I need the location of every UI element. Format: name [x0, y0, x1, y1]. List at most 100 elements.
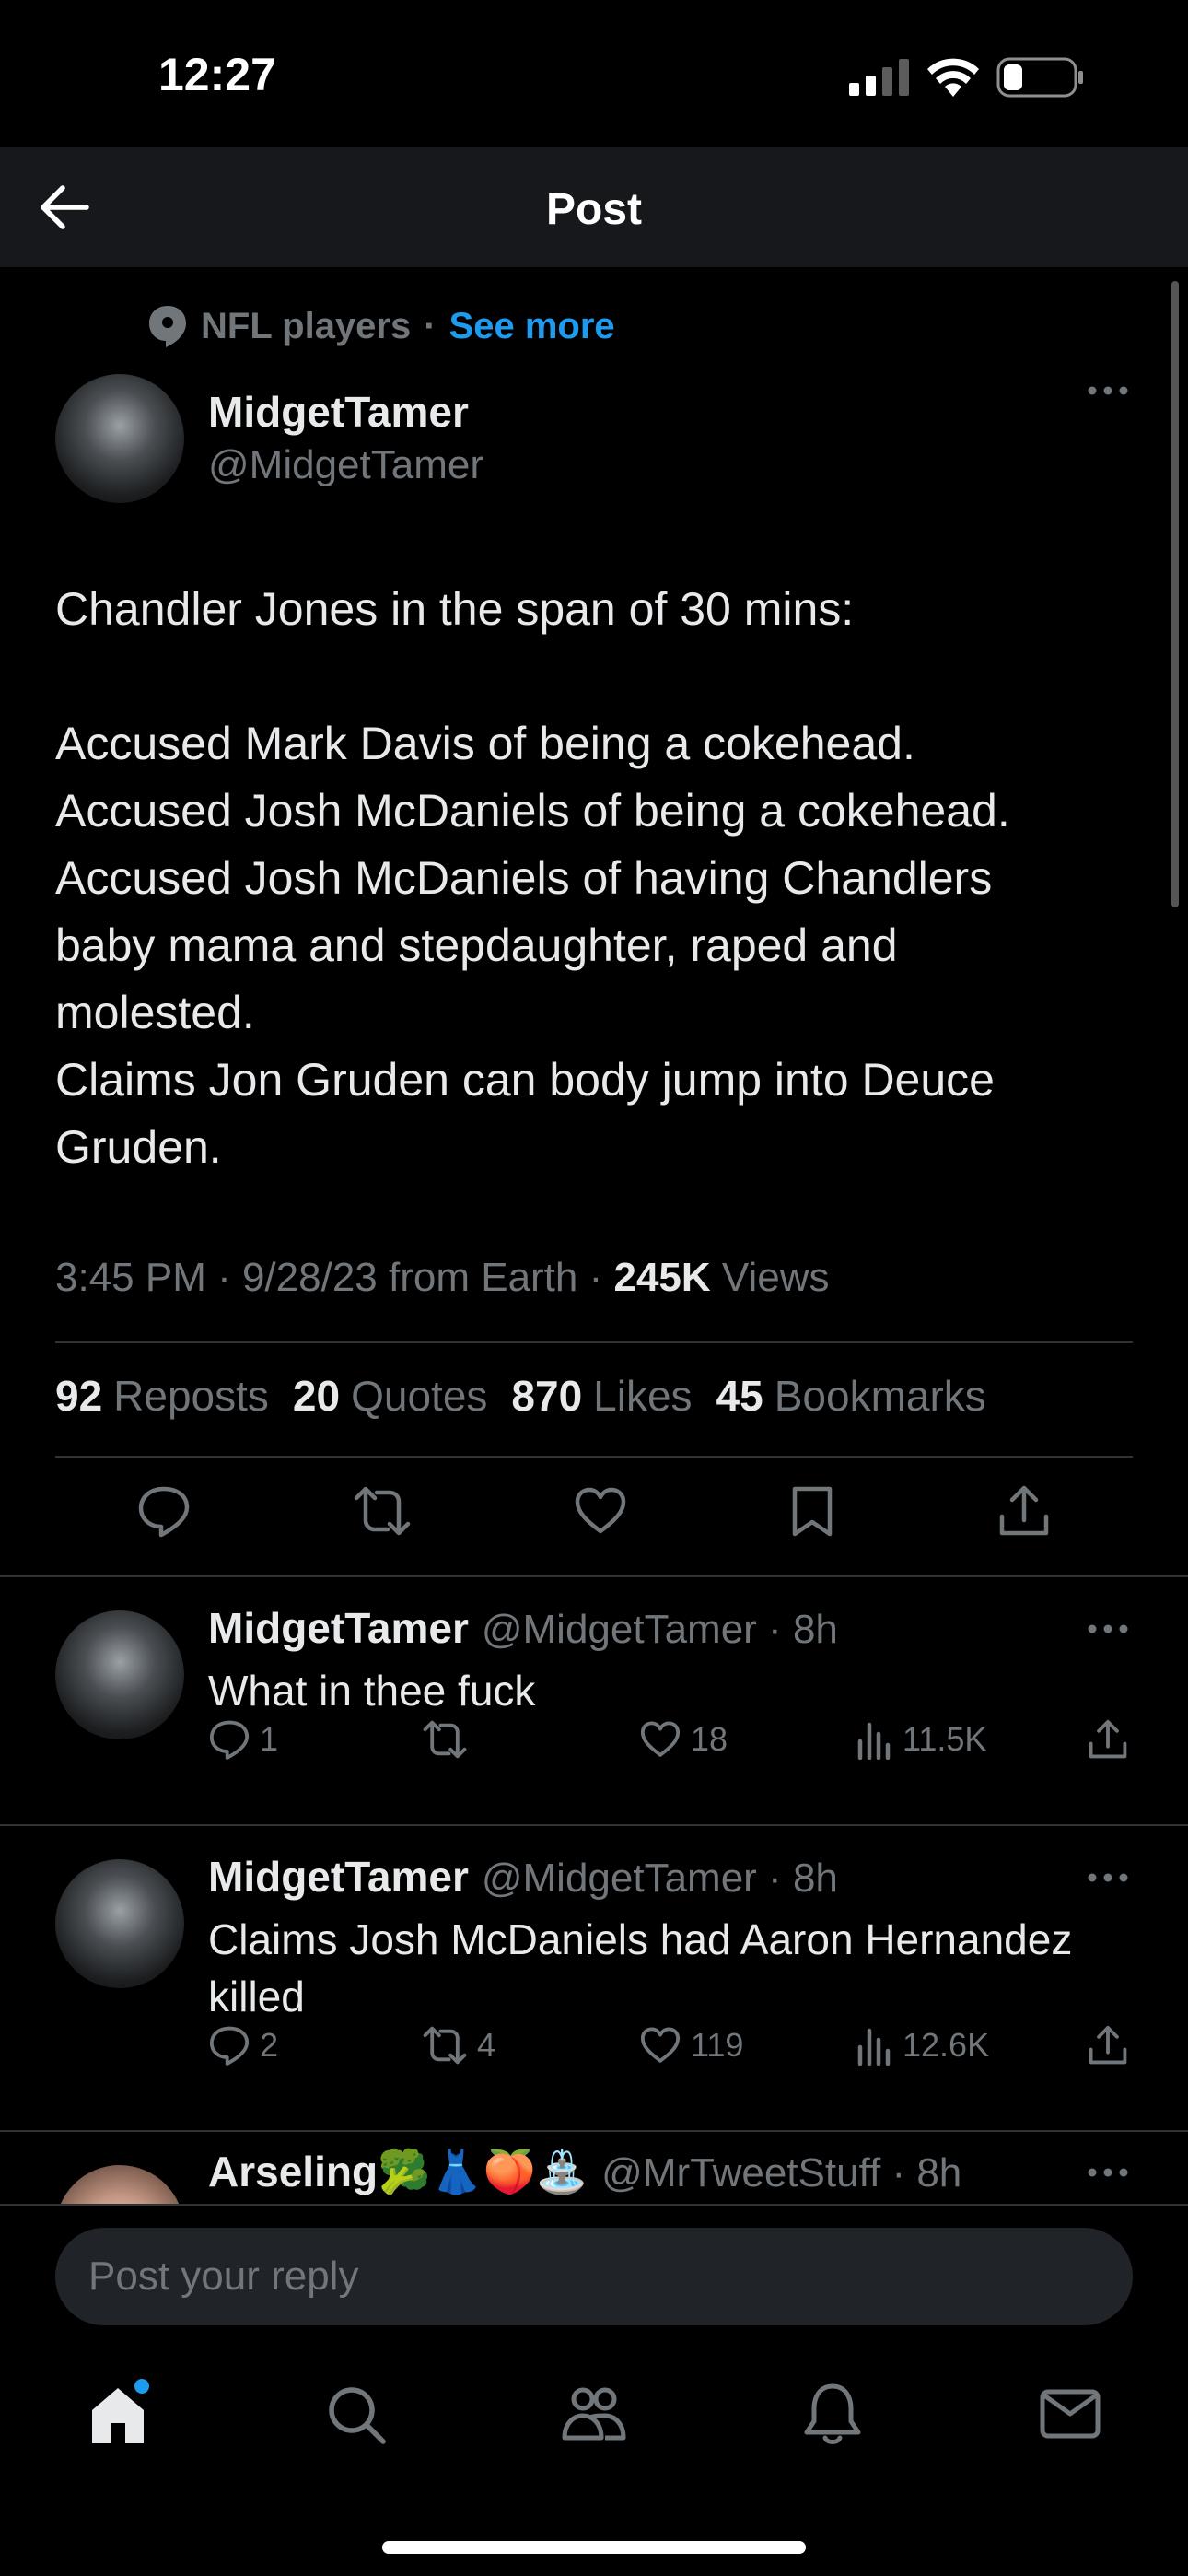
home-indicator[interactable]: [382, 2541, 806, 2554]
reply-button[interactable]: [136, 1483, 192, 1539]
reply-count: 1: [260, 1720, 279, 1758]
post-meta: 3:45 PM · 9/28/23 from Earth · 245K View…: [55, 1255, 829, 1301]
nav-communities[interactable]: [557, 2377, 631, 2451]
post-stats: 92 Reposts 20 Quotes 870 Likes 45 Bookmarks: [55, 1371, 986, 1421]
reply-author-name[interactable]: MidgetTamer: [208, 1603, 469, 1653]
reply-meta: @MrTweetStuff · 8h: [601, 2150, 962, 2195]
post-time: 3:45 PM · 9/28/23 from Earth ·: [55, 1255, 614, 1300]
nav-messages[interactable]: [1033, 2377, 1107, 2451]
divider: [0, 1824, 1188, 1826]
reply-button[interactable]: 1: [208, 1718, 278, 1761]
mail-icon: [1040, 2389, 1101, 2439]
reply-meta: @MidgetTamer · 8h: [481, 1856, 838, 1901]
reply-author-name[interactable]: Arseling🥦👗🍑⛲: [208, 2147, 588, 2197]
repost-icon: [354, 1486, 411, 1536]
post-text: Chandler Jones in the span of 30 mins: A…: [55, 583, 1010, 1173]
reply-clipped: Arseling🥦👗🍑⛲ @MrTweetStuff · 8h: [0, 2137, 1188, 2204]
reply-header: MidgetTamer @MidgetTamer · 8h: [208, 1852, 838, 1902]
topic-icon: [149, 306, 186, 347]
views-count: 245K: [613, 1255, 711, 1300]
like-count: 119: [691, 2026, 744, 2064]
avatar[interactable]: [55, 1610, 184, 1739]
nav-home[interactable]: [81, 2377, 155, 2451]
more-options-button[interactable]: [1087, 1872, 1129, 1883]
views-button[interactable]: 12.6K: [856, 2025, 989, 2066]
battery-icon: [996, 57, 1083, 98]
avatar[interactable]: [55, 1859, 184, 1988]
heart-icon: [575, 1487, 626, 1534]
views-label: Views: [710, 1255, 830, 1300]
heart-icon: [640, 1721, 681, 1757]
like-button[interactable]: 18: [639, 1718, 728, 1761]
reply-text: What in thee fuck: [208, 1667, 536, 1715]
more-options-button[interactable]: [1087, 2167, 1129, 2178]
bell-icon: [804, 2383, 861, 2444]
signal-icon: [849, 59, 909, 96]
share-button[interactable]: [1087, 2024, 1129, 2067]
status-icons: [849, 57, 1085, 98]
nav-search[interactable]: [319, 2377, 392, 2451]
repost-button[interactable]: [422, 1718, 477, 1761]
reply-icon: [209, 2026, 250, 2066]
more-options-button[interactable]: [1087, 1623, 1129, 1634]
divider: [0, 1575, 1188, 1577]
scrollbar[interactable]: [1171, 281, 1179, 907]
like-button[interactable]: [573, 1483, 628, 1539]
reposts-stat[interactable]: 92 Reposts: [55, 1371, 269, 1421]
divider: [55, 1341, 1133, 1343]
community-context: NFL players · See more: [147, 304, 615, 348]
context-separator: ·: [424, 305, 437, 346]
quotes-label: Quotes: [351, 1372, 488, 1420]
bookmarks-stat[interactable]: 45 Bookmarks: [716, 1371, 986, 1421]
quotes-count: 20: [292, 1372, 341, 1420]
likes-stat[interactable]: 870 Likes: [511, 1371, 692, 1421]
page-title: Post: [545, 185, 642, 234]
reply-author-name[interactable]: MidgetTamer: [208, 1852, 469, 1902]
avatar[interactable]: [55, 2165, 184, 2204]
views-icon: [857, 1722, 891, 1760]
repost-button[interactable]: [353, 1483, 412, 1539]
repost-count: 4: [477, 2026, 496, 2064]
reply-icon: [138, 1486, 189, 1538]
more-icon: [1088, 1624, 1128, 1633]
context-label: NFL players: [201, 305, 412, 346]
bookmarks-label: Bookmarks: [774, 1372, 986, 1420]
reply-meta: @MidgetTamer · 8h: [481, 1607, 838, 1652]
views-count: 12.6K: [903, 2026, 990, 2064]
reply-input[interactable]: Post your reply: [55, 2228, 1133, 2325]
reply-button[interactable]: 2: [208, 2024, 278, 2067]
bookmark-button[interactable]: [789, 1483, 835, 1539]
views-button[interactable]: 11.5K: [856, 1719, 986, 1760]
more-options-button[interactable]: [1087, 385, 1129, 396]
share-icon: [1089, 1719, 1127, 1759]
author-name[interactable]: MidgetTamer: [208, 387, 469, 437]
home-icon: [92, 2379, 149, 2443]
divider: [0, 2204, 1188, 2206]
share-icon: [1000, 1485, 1049, 1536]
author-handle[interactable]: @MidgetTamer: [208, 442, 483, 488]
like-button[interactable]: 119: [639, 2024, 743, 2067]
wifi-icon: [927, 58, 979, 97]
share-button[interactable]: [1087, 1718, 1129, 1761]
likes-count: 870: [511, 1372, 583, 1420]
heart-icon: [640, 2027, 681, 2063]
more-icon: [1088, 2168, 1128, 2177]
more-icon: [1088, 386, 1128, 395]
search-icon: [329, 2387, 386, 2444]
status-time: 12:27: [158, 49, 276, 100]
reply-header: MidgetTamer @MidgetTamer · 8h: [208, 1603, 838, 1653]
post-actions: [55, 1483, 1133, 1539]
nav-notifications[interactable]: [796, 2377, 869, 2451]
repost-button[interactable]: 4: [422, 2024, 495, 2067]
views-count: 11.5K: [903, 1720, 987, 1758]
communities-icon: [562, 2387, 626, 2441]
share-button[interactable]: [996, 1483, 1052, 1539]
divider: [55, 1456, 1133, 1458]
reposts-count: 92: [55, 1372, 103, 1420]
avatar[interactable]: [55, 374, 184, 503]
quotes-stat[interactable]: 20 Quotes: [293, 1371, 487, 1421]
reply-text: Claims Josh McDaniels had Aaron Hernande…: [208, 1915, 1073, 2020]
reply-header: Arseling🥦👗🍑⛲ @MrTweetStuff · 8h: [208, 2147, 961, 2197]
see-more-link[interactable]: See more: [449, 306, 615, 347]
bottom-nav: [0, 2359, 1188, 2469]
